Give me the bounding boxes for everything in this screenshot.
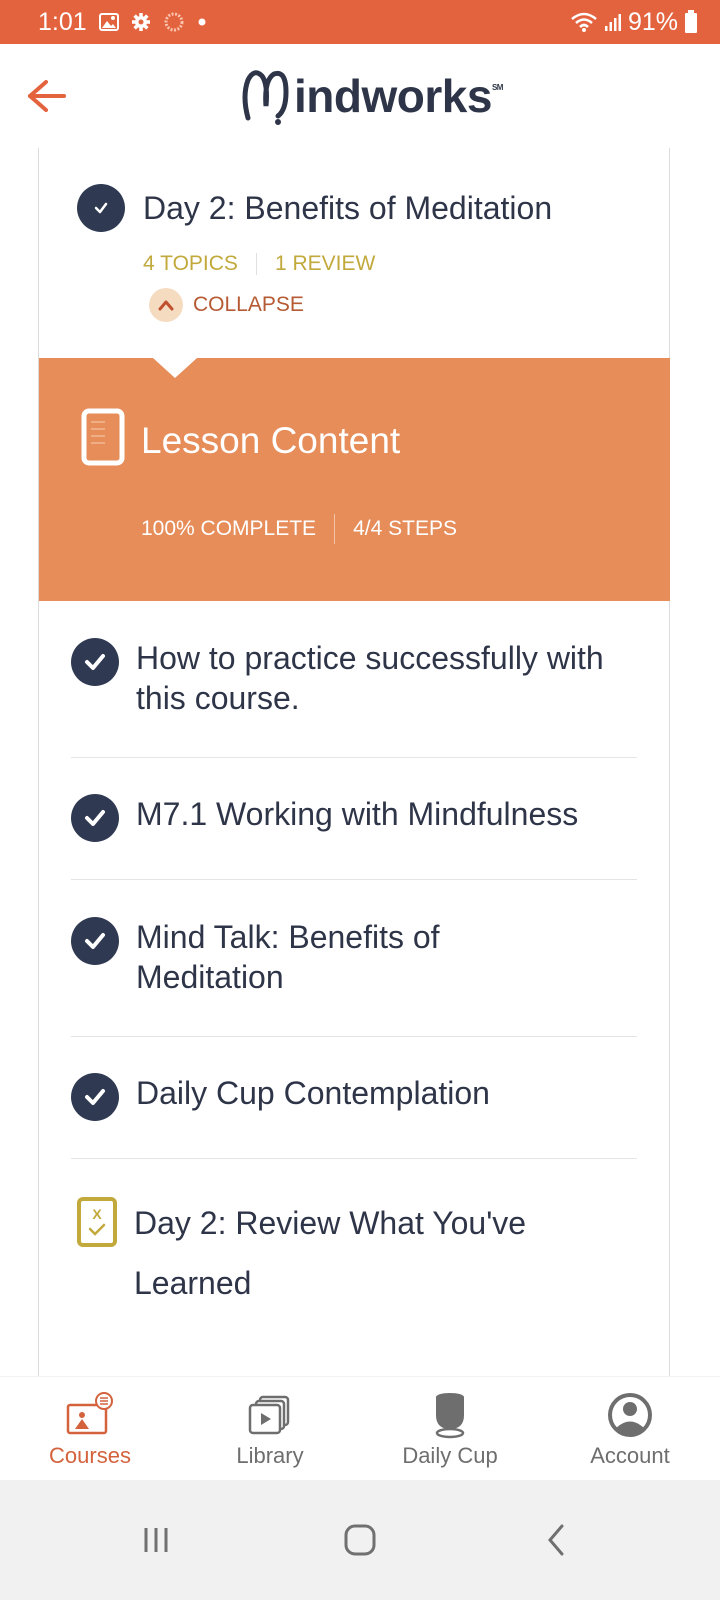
- topic-item[interactable]: X Day 2: Review What You've Learned: [71, 1159, 637, 1329]
- wifi-icon: [571, 12, 597, 32]
- recents-icon: [144, 1528, 168, 1552]
- collapse-label: COLLAPSE: [193, 293, 304, 316]
- signal-icon: [604, 14, 621, 31]
- tab-label: Courses: [49, 1443, 131, 1468]
- courses-icon: [66, 1392, 113, 1435]
- topics-count: 4 TOPICS: [143, 252, 238, 275]
- system-nav-bar: [0, 1480, 720, 1600]
- logo-text: indworks: [294, 70, 492, 122]
- logo-trademark: SM: [491, 82, 504, 92]
- recents-button[interactable]: [126, 1510, 186, 1570]
- sync-icon: [164, 12, 184, 32]
- topic-title: M7.1 Working with Mindfulness: [136, 796, 579, 832]
- topic-item[interactable]: Daily Cup Contemplation: [71, 1037, 637, 1159]
- lesson-content-title: Lesson Content: [141, 420, 401, 461]
- home-button[interactable]: [330, 1510, 390, 1570]
- tab-library[interactable]: Library: [180, 1377, 360, 1480]
- topic-item[interactable]: Mind Talk: Benefits of Meditation: [71, 880, 637, 1037]
- status-time: 1:01: [38, 7, 87, 36]
- progress-label: 100% COMPLETE: [141, 517, 317, 540]
- image-icon: [98, 13, 119, 31]
- tab-label: Daily Cup: [402, 1443, 498, 1468]
- app-bar: indworks SM: [0, 44, 720, 148]
- check-circle-icon: [71, 794, 119, 842]
- topic-title: Day 2: Review What You've Learned: [134, 1205, 527, 1301]
- day-meta: 4 TOPICS 1 REVIEW: [143, 252, 375, 276]
- cup-icon: [435, 1393, 465, 1439]
- topic-title: How to practice successfully with this c…: [136, 640, 604, 716]
- chevron-up-icon: [149, 288, 183, 322]
- check-circle-icon: [77, 184, 125, 232]
- topic-item[interactable]: How to practice successfully with this c…: [71, 601, 637, 758]
- topic-item[interactable]: M7.1 Working with Mindfulness: [71, 758, 637, 880]
- nav-back-button[interactable]: [526, 1510, 586, 1570]
- topic-list: How to practice successfully with this c…: [71, 601, 637, 1329]
- steps-label: 4/4 STEPS: [353, 517, 457, 540]
- tab-daily-cup[interactable]: Daily Cup: [360, 1377, 540, 1480]
- topic-title: Daily Cup Contemplation: [136, 1075, 490, 1111]
- battery-icon: [685, 10, 697, 33]
- quiz-icon: X: [77, 1197, 117, 1247]
- bottom-tab-bar: Courses Library Daily Cup Account: [0, 1376, 720, 1480]
- meta-divider: [334, 514, 336, 544]
- dot-icon: [198, 18, 206, 26]
- meta-divider: [255, 253, 257, 275]
- document-icon: [81, 408, 125, 466]
- home-icon: [344, 1524, 376, 1556]
- library-icon: [248, 1395, 290, 1435]
- tab-label: Library: [236, 1443, 304, 1468]
- day-header[interactable]: Day 2: Benefits of Meditation: [77, 184, 552, 232]
- tab-label: Account: [590, 1443, 670, 1468]
- account-icon: [608, 1393, 652, 1437]
- tab-courses[interactable]: Courses: [0, 1377, 180, 1480]
- check-circle-icon: [71, 1073, 119, 1121]
- pointer-notch: [153, 358, 197, 378]
- check-circle-icon: [71, 917, 119, 965]
- logo-mark-icon: [242, 70, 289, 125]
- lesson-card: Day 2: Benefits of Meditation 4 TOPICS 1…: [38, 148, 670, 1384]
- day-title: Day 2: Benefits of Meditation: [143, 189, 553, 226]
- back-icon: [548, 1524, 564, 1556]
- check-circle-icon: [71, 638, 119, 686]
- app-logo: indworks SM: [240, 64, 503, 128]
- lesson-content-header: Lesson Content 100% COMPLETE 4/4 STEPS: [39, 358, 670, 601]
- review-count: 1 REVIEW: [274, 252, 376, 275]
- gear-icon: [131, 13, 150, 31]
- collapse-button[interactable]: COLLAPSE: [149, 288, 304, 322]
- arrow-left-icon[interactable]: [22, 74, 68, 118]
- topic-title: Mind Talk: Benefits of Meditation: [136, 919, 440, 995]
- battery-percent: 91%: [627, 7, 678, 36]
- lesson-progress: 100% COMPLETE 4/4 STEPS: [141, 514, 457, 544]
- tab-account[interactable]: Account: [540, 1377, 720, 1480]
- status-bar: 1:01 91%: [0, 0, 720, 44]
- svg-text:X: X: [92, 1206, 102, 1222]
